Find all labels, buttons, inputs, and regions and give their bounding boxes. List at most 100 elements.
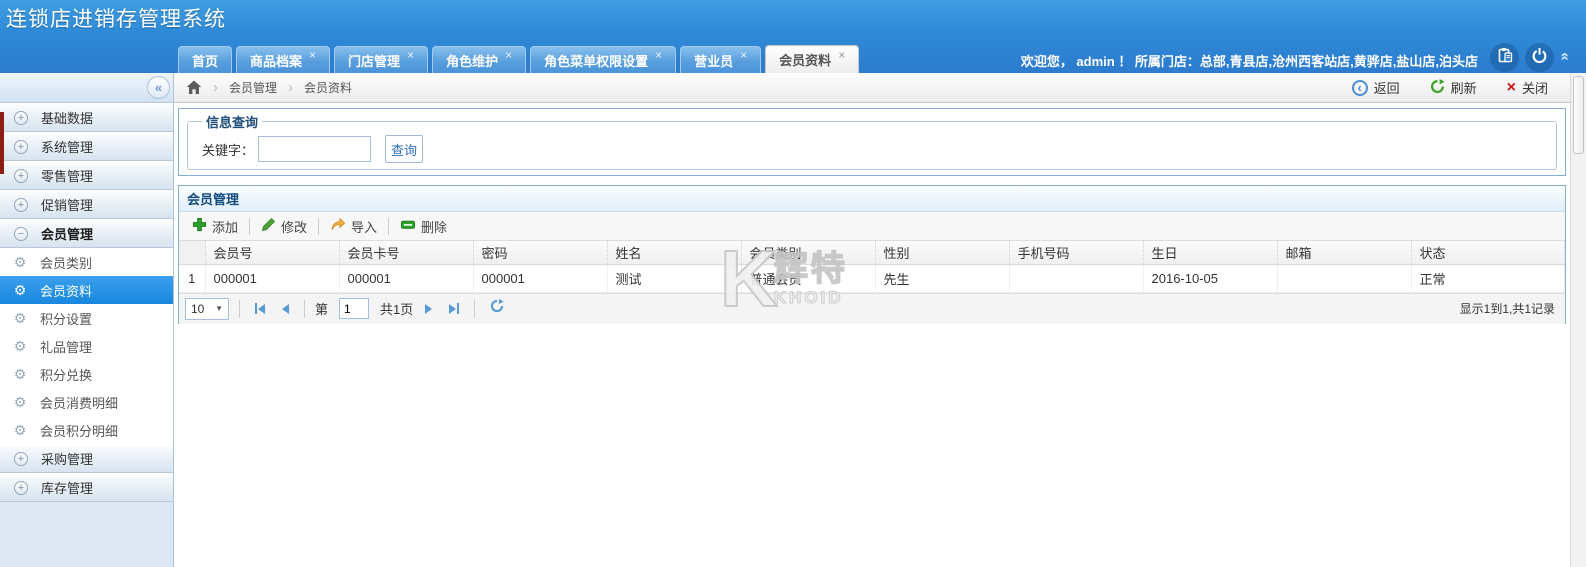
sidebar-item-member-category[interactable]: ⚙ 会员类别 (0, 248, 173, 276)
welcome-text: 欢迎您， admin ！ 所属门店：总部,青县店,沧州西客站店,黄骅店,盐山店,… (1020, 54, 1478, 69)
clipboard-icon (1497, 47, 1513, 68)
breadcrumb-member-info[interactable]: 会员资料 (304, 79, 352, 96)
tab-close-icon[interactable]: × (309, 48, 316, 62)
table-row[interactable]: 1 000001 000001 000001 测试 普通会员 先生 2016-1… (179, 264, 1565, 293)
cell-member-no: 000001 (205, 264, 340, 293)
sidebar-item-points-exchange[interactable]: ⚙ 积分兑换 (0, 360, 173, 388)
col-rownum (179, 241, 206, 265)
last-page-button[interactable] (444, 303, 464, 314)
next-page-button[interactable] (420, 303, 437, 314)
reload-button[interactable] (485, 299, 509, 318)
add-button[interactable]: 添加 (183, 214, 247, 238)
toolbar-separator (249, 217, 251, 235)
tab-role-menu-permission[interactable]: 角色菜单权限设置 × (530, 46, 677, 73)
search-button[interactable]: 查询 (385, 135, 424, 163)
col-gender: 性别 (875, 241, 1010, 265)
tab-close-icon[interactable]: × (838, 48, 845, 62)
member-panel: 会员管理 添加 修改 导入 删除 会员号 会员卡号 密码 姓名 会员类别 性别 … (178, 185, 1566, 324)
scrollbar-thumb[interactable] (1573, 76, 1584, 154)
tab-close-icon[interactable]: × (505, 48, 512, 62)
expand-plus-icon: + (14, 168, 28, 183)
col-phone: 手机号码 (1009, 241, 1144, 265)
collapse-minus-icon: − (14, 226, 28, 241)
sidebar-group-basic-data[interactable]: + 基础数据 (0, 103, 173, 132)
edit-button[interactable]: 修改 (252, 214, 316, 238)
add-plus-icon (192, 217, 207, 235)
sidebar-group-purchase-manage[interactable]: + 采购管理 (0, 444, 173, 473)
refresh-label: 刷新 (1450, 81, 1477, 96)
pagination-bar: 10 ▼ 第 共1页 (179, 292, 1565, 324)
top-header: 连锁店进销存管理系统 首页 商品档案 × 门店管理 × 角色维护 × 角色菜单权… (0, 0, 1586, 73)
group-label: 零售管理 (41, 169, 94, 184)
back-label: 返回 (1373, 81, 1400, 96)
expand-plus-icon: + (14, 110, 28, 125)
prev-page-button[interactable] (277, 303, 294, 314)
group-label: 系统管理 (41, 140, 94, 155)
first-page-button[interactable] (250, 303, 270, 314)
tab-bar: 首页 商品档案 × 门店管理 × 角色维护 × 角色菜单权限设置 × 营业员 × (178, 45, 860, 73)
logout-button[interactable] (1525, 43, 1554, 72)
refresh-button[interactable]: 刷新 (1430, 78, 1477, 97)
screen-edge-artifact (0, 112, 4, 174)
sidebar-item-gift-manage[interactable]: ⚙ 礼品管理 (0, 332, 173, 360)
back-icon: ‹ (1351, 79, 1368, 96)
home-icon[interactable] (186, 80, 202, 95)
sidebar-item-member-consume-detail[interactable]: ⚙ 会员消费明细 (0, 388, 173, 416)
edit-label: 修改 (281, 219, 308, 235)
tab-member-info[interactable]: 会员资料 × (765, 45, 860, 73)
pager-separator (474, 299, 476, 318)
expand-plus-icon: + (14, 451, 28, 466)
content-area: 信息查询 关键字： 查询 会员管理 添加 修改 导入 删除 会员号 会员卡号 密… (174, 103, 1570, 567)
cell-rownum: 1 (179, 264, 206, 293)
record-summary: 显示1到1,共1记录 (1459, 302, 1555, 316)
sidebar-group-system-manage[interactable]: + 系统管理 (0, 132, 173, 161)
collapse-header-icon[interactable]: » (1556, 48, 1580, 68)
app-title: 连锁店进销存管理系统 (6, 8, 226, 31)
sidebar-group-promotion-manage[interactable]: + 促销管理 (0, 190, 173, 219)
import-label: 导入 (351, 219, 378, 235)
cell-password: 000001 (473, 264, 608, 293)
page-number-input[interactable] (339, 298, 370, 319)
prev-page-icon (282, 303, 289, 314)
sidebar-group-inventory-manage[interactable]: + 库存管理 (0, 473, 173, 502)
tab-role-maintain[interactable]: 角色维护 × (432, 46, 527, 73)
sidebar-collapse-button[interactable]: « (147, 76, 170, 99)
tab-close-icon[interactable]: × (740, 48, 747, 62)
col-name: 姓名 (607, 241, 742, 265)
back-button[interactable]: ‹ 返回 (1351, 78, 1400, 97)
item-label: 会员消费明细 (40, 395, 119, 411)
tab-label: 首页 (192, 53, 219, 69)
tab-salesclerk[interactable]: 营业员 × (680, 46, 762, 73)
query-fieldset: 信息查询 关键字： 查询 (187, 112, 1557, 170)
toolbar-separator (318, 217, 320, 235)
sidebar-group-retail-manage[interactable]: + 零售管理 (0, 161, 173, 190)
sidebar-group-member-manage[interactable]: − 会员管理 (0, 219, 173, 248)
power-icon (1531, 47, 1548, 69)
subheader: « › 会员管理 › 会员资料 ‹ 返回 刷新 × 关闭 (0, 73, 1586, 103)
sidebar-empty-area (0, 502, 173, 567)
sidebar-item-points-setting[interactable]: ⚙ 积分设置 (0, 304, 173, 332)
group-label: 会员管理 (41, 227, 94, 242)
breadcrumb-member-manage[interactable]: 会员管理 (229, 79, 277, 96)
delete-button[interactable]: 删除 (391, 214, 456, 238)
close-button[interactable]: × 关闭 (1507, 78, 1548, 97)
import-arrow-icon (330, 217, 346, 235)
tab-home[interactable]: 首页 (178, 46, 233, 73)
tab-goods-archive[interactable]: 商品档案 × (236, 46, 331, 73)
item-label: 会员类别 (40, 255, 93, 271)
sidebar-item-member-info[interactable]: ⚙ 会员资料 (0, 276, 173, 304)
caret-down-icon: ▼ (215, 304, 223, 313)
gear-icon: ⚙ (13, 281, 27, 298)
group-label: 促销管理 (41, 198, 94, 213)
vertical-scrollbar[interactable] (1570, 73, 1586, 567)
reload-icon (490, 299, 504, 318)
keyword-input[interactable] (258, 136, 372, 162)
sidebar-item-member-points-detail[interactable]: ⚙ 会员积分明细 (0, 416, 173, 444)
save-button[interactable] (1490, 43, 1519, 72)
import-button[interactable]: 导入 (321, 214, 386, 238)
item-label: 会员资料 (40, 283, 93, 299)
tab-close-icon[interactable]: × (407, 48, 414, 62)
page-size-select[interactable]: 10 ▼ (185, 297, 229, 320)
tab-close-icon[interactable]: × (655, 48, 662, 62)
tab-store-manage[interactable]: 门店管理 × (334, 46, 429, 73)
